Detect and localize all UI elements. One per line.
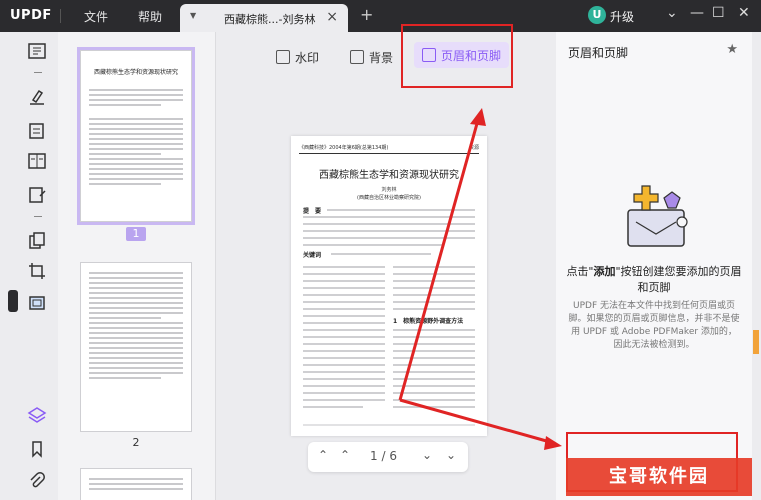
- empty-state-description: UPDF 无法在本文件中找到任何页眉或页脚。如果您的页眉或页脚信息，并非不是使用…: [568, 301, 740, 350]
- attachment-icon[interactable]: [27, 472, 47, 490]
- app-logo: UPDF: [10, 8, 52, 23]
- empty-state-heading: 点击"添加"按钮创建您要添加的页眉和页脚: [566, 264, 742, 296]
- watermark-button[interactable]: 水印: [276, 49, 319, 75]
- thumbnail-page-number: 1: [126, 227, 146, 241]
- page-navigator: ⌃ ⌃ 1 / 6 ⌄ ⌄: [308, 442, 468, 472]
- page-header-left: 《西藏科技》2004年第6期(总第134期): [299, 145, 389, 151]
- header-footer-panel: 页眉和页脚 ★ 点击"添加"按钮创建您要添加的页眉和页脚 UPDF 无法在本文件…: [556, 32, 752, 500]
- empty-state-illustration: [627, 185, 688, 247]
- prev-page-icon[interactable]: ⌃: [340, 448, 350, 462]
- edit-pdf-icon[interactable]: [27, 122, 47, 140]
- first-page-icon[interactable]: ⌃: [318, 448, 328, 462]
- thumbnail-title: 西藏棕熊生态学和资源现状研究: [93, 69, 178, 76]
- page-thumbnail[interactable]: [80, 262, 192, 432]
- background-button[interactable]: 背景: [350, 49, 393, 75]
- minimize-button[interactable]: —: [690, 5, 704, 21]
- page-header-text: 《西藏科技》2004年第6期(总第134期) 资源: [299, 144, 479, 154]
- watermark-label: 水印: [295, 51, 320, 65]
- layers-icon[interactable]: [27, 406, 47, 424]
- page-thumbnail[interactable]: [80, 468, 192, 500]
- scroll-indicator: [753, 330, 759, 354]
- heading-add-keyword: 添加: [593, 265, 616, 278]
- pdf-page[interactable]: 《西藏科技》2004年第6期(总第134期) 资源 西藏棕熊生态学和资源现状研究 …: [291, 136, 487, 436]
- document-title: 西藏棕熊生态学和资源现状研究: [319, 170, 459, 181]
- document-view: 水印 背景 页眉和页脚 《西藏科技》2004年第6期(总第134期) 资源 西藏棕…: [216, 32, 556, 500]
- page-separator: /: [381, 449, 386, 463]
- abstract-label: 提 要: [303, 208, 322, 215]
- heading-suffix: "按钮创建您要添加的页眉和页脚: [615, 265, 742, 294]
- page-header-right: 资源: [468, 145, 479, 151]
- next-page-icon[interactable]: ⌄: [422, 448, 432, 462]
- left-toolbar: [18, 32, 56, 500]
- annotation-box-header-footer: [401, 24, 513, 88]
- reader-icon[interactable]: [27, 42, 47, 60]
- current-page[interactable]: 1: [370, 449, 378, 463]
- last-page-icon[interactable]: ⌄: [446, 448, 456, 462]
- background-icon: [350, 50, 364, 64]
- heading-prefix: 点击": [566, 265, 594, 278]
- new-tab-button[interactable]: +: [360, 5, 373, 24]
- sign-icon[interactable]: [27, 186, 47, 204]
- crop-icon[interactable]: [27, 262, 47, 280]
- document-author: 刘务林: [381, 187, 397, 193]
- bookmark-icon[interactable]: [27, 440, 47, 458]
- watermark-icon: [276, 50, 290, 64]
- total-pages: 6: [389, 449, 397, 463]
- page-tools-icon[interactable]: [27, 294, 47, 312]
- window-menu-icon[interactable]: ⌄: [666, 5, 678, 21]
- divider: [34, 216, 42, 217]
- keywords-label: 关键词: [303, 252, 322, 259]
- close-window-button[interactable]: ✕: [738, 5, 750, 21]
- upgrade-button[interactable]: 升级: [610, 8, 634, 25]
- highlighter-icon[interactable]: [27, 88, 47, 106]
- organize-pages-icon[interactable]: [27, 232, 47, 250]
- menu-file[interactable]: 文件: [84, 8, 108, 25]
- thumbnail-panel: 西藏棕熊生态学和资源现状研究 1 2: [58, 32, 216, 500]
- scrollbar[interactable]: [752, 32, 761, 500]
- divider: [60, 9, 61, 23]
- section-heading: 1 棕熊资源野外调查方法: [393, 318, 464, 325]
- thumbnail-page-number: 2: [132, 436, 140, 449]
- title-bar: UPDF 文件 帮助 ▼ 西藏棕熊...-刘务林 × + U 升级 ⌄ — ☐ …: [0, 0, 761, 32]
- user-avatar[interactable]: U: [588, 6, 606, 24]
- star-icon[interactable]: ★: [726, 42, 738, 57]
- background-label: 背景: [369, 51, 394, 65]
- divider: [34, 72, 42, 73]
- document-tab[interactable]: ▼ 西藏棕熊...-刘务林 ×: [180, 4, 348, 32]
- page-thumbnail[interactable]: 西藏棕熊生态学和资源现状研究: [77, 47, 195, 225]
- tab-close-icon[interactable]: ×: [326, 9, 338, 25]
- document-affiliation: (西藏自治区林业勘察研究院): [357, 195, 421, 201]
- page-indicator[interactable]: 1 / 6: [370, 449, 397, 463]
- tab-menu-icon[interactable]: ▼: [190, 11, 196, 20]
- panel-title: 页眉和页脚: [568, 46, 629, 60]
- form-icon[interactable]: [27, 152, 47, 170]
- watermark-logo: 宝哥软件园: [566, 458, 752, 496]
- tab-title: 西藏棕熊...-刘务林: [224, 13, 316, 26]
- maximize-button[interactable]: ☐: [712, 5, 725, 21]
- menu-help[interactable]: 帮助: [138, 8, 162, 25]
- sidebar-collapse-handle[interactable]: [8, 290, 18, 312]
